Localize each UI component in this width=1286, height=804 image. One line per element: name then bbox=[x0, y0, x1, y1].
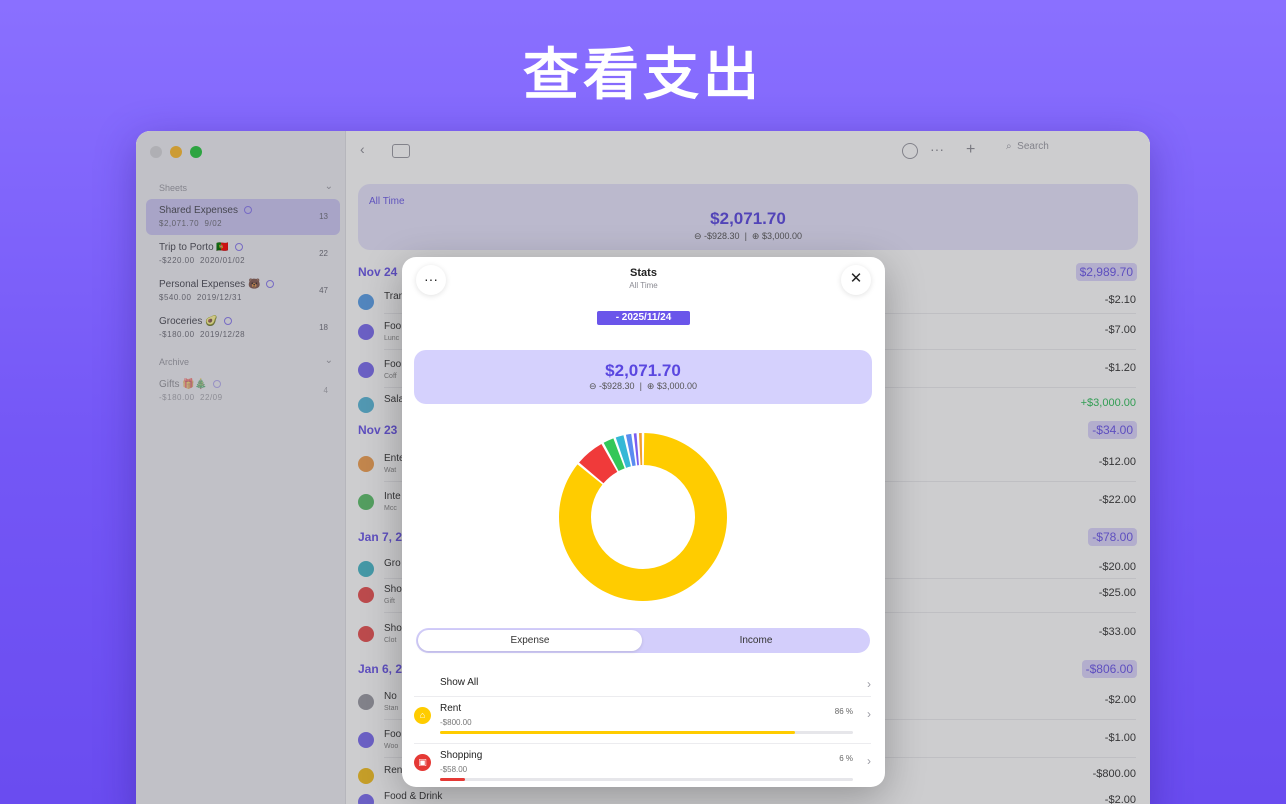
stats-modal: ··· ✕ Stats All Time - 2025/11/24 $2,071… bbox=[402, 257, 885, 787]
donut-slice-other-5[interactable] bbox=[638, 433, 643, 466]
tab-income[interactable]: Income bbox=[644, 630, 868, 651]
modal-income: $3,000.00 bbox=[656, 381, 697, 391]
modal-subtitle: All Time bbox=[629, 281, 658, 290]
chevron-right-icon: › bbox=[867, 754, 871, 768]
category-progress-fill bbox=[440, 731, 796, 734]
tab-expense[interactable]: Expense bbox=[418, 630, 642, 651]
modal-expense: -$928.30 bbox=[599, 381, 635, 391]
category-percent: 86 % bbox=[834, 707, 853, 716]
category-percent: 6 % bbox=[839, 754, 853, 763]
gift-icon: ▣ bbox=[414, 754, 431, 771]
category-name: Shopping bbox=[440, 750, 483, 761]
house-icon: ⌂ bbox=[414, 707, 431, 724]
category-amount: -$800.00 bbox=[440, 718, 472, 727]
date-chip[interactable]: - 2025/11/24 bbox=[597, 311, 690, 325]
category-amount: -$58.00 bbox=[440, 765, 468, 774]
category-progress-bar bbox=[440, 731, 853, 734]
category-progress-bar bbox=[440, 778, 853, 781]
category-progress-fill bbox=[440, 778, 465, 781]
category-name: Rent bbox=[440, 703, 462, 714]
show-all-label: Show All bbox=[440, 677, 479, 688]
chevron-right-icon: › bbox=[867, 707, 871, 721]
expense-donut-chart bbox=[559, 433, 727, 601]
category-row[interactable]: ▣ Shopping -$58.00 6 % › bbox=[414, 750, 873, 786]
category-row[interactable]: ⌂ Rent -$800.00 86 % › bbox=[414, 703, 873, 739]
modal-summary-card: $2,071.70 ⊖ -$928.30 | ⊕ $3,000.00 bbox=[414, 350, 872, 404]
divider bbox=[414, 743, 871, 744]
modal-total: $2,071.70 bbox=[605, 361, 681, 380]
divider bbox=[414, 696, 871, 697]
chevron-right-icon: › bbox=[867, 677, 871, 691]
headline: 查看支出 bbox=[523, 43, 763, 108]
expense-income-toggle: Expense Income bbox=[416, 628, 870, 653]
modal-title: Stats bbox=[630, 267, 657, 279]
